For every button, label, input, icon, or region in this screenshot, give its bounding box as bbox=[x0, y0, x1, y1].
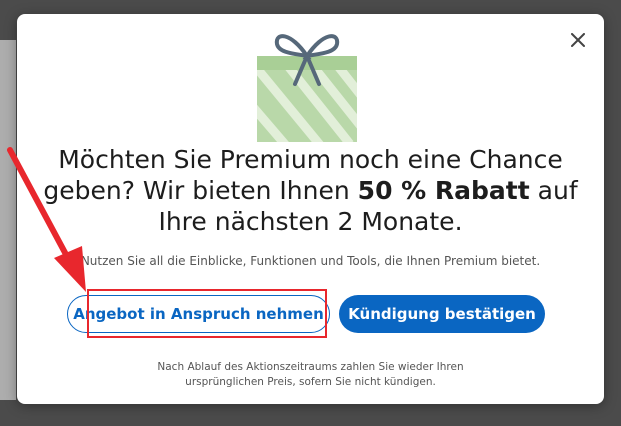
premium-retention-dialog: Möchten Sie Premium noch eine Chance geb… bbox=[17, 14, 604, 404]
dialog-footnote: Nach Ablauf des Aktionszeitraums zahlen … bbox=[37, 360, 584, 390]
gift-icon bbox=[257, 34, 357, 142]
footnote-line-1: Nach Ablauf des Aktionszeitraums zahlen … bbox=[157, 361, 464, 373]
close-icon bbox=[571, 33, 585, 47]
headline-discount: 50 % Rabatt bbox=[357, 176, 530, 205]
background-page-strip bbox=[0, 40, 16, 400]
close-button[interactable] bbox=[566, 28, 590, 52]
confirm-cancellation-button[interactable]: Kündigung bestätigen bbox=[339, 295, 545, 333]
dialog-headline: Möchten Sie Premium noch eine Chance geb… bbox=[37, 144, 584, 237]
accept-offer-button[interactable]: Angebot in Anspruch nehmen bbox=[67, 295, 330, 333]
dialog-subline: Nutzen Sie all die Einblicke, Funktionen… bbox=[80, 254, 541, 268]
footnote-line-2: ursprünglichen Preis, sofern Sie nicht k… bbox=[185, 376, 436, 388]
